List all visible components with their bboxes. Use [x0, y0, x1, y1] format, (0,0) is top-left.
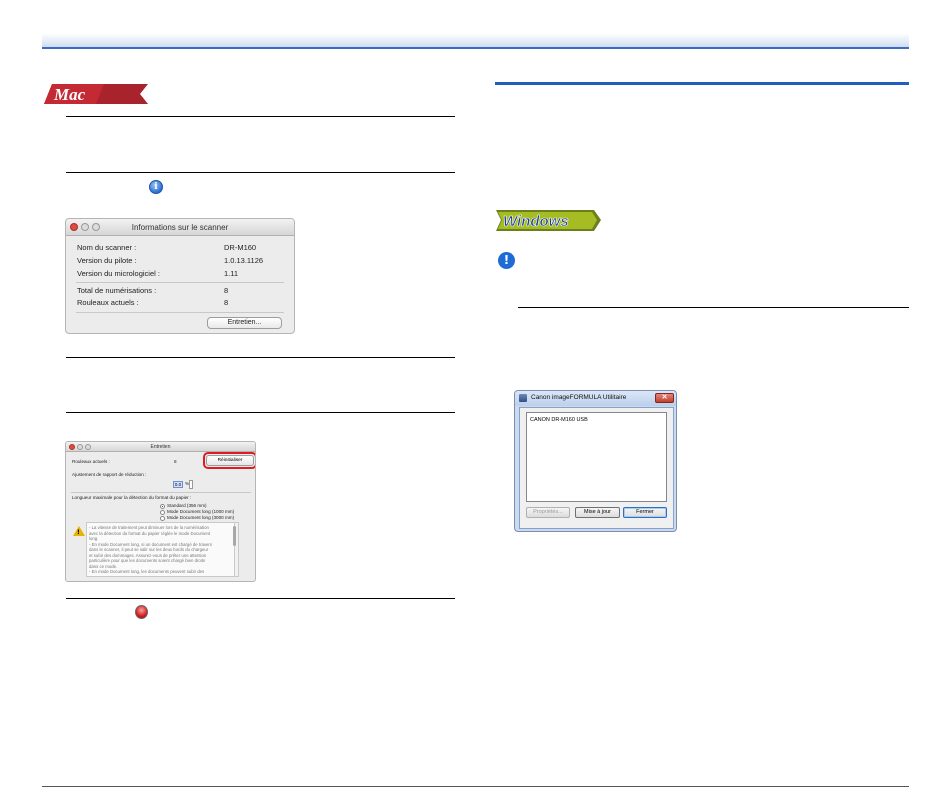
section-rule-6	[518, 307, 909, 308]
maintenance-window: Entretien Rouleaux actuels : 8 Réinitial…	[65, 441, 256, 582]
option-long-3000-label: Mode Document long (3000 mm)	[167, 515, 235, 520]
total-scans-label: Total de numérisations :	[77, 286, 157, 295]
window-title: Entretien	[150, 444, 171, 450]
close-dialog-icon[interactable]: ✕	[655, 393, 674, 403]
properties-button[interactable]: Propriétés...	[526, 507, 570, 518]
current-rollers-value: 8	[174, 459, 177, 464]
caution-glyph: !	[77, 529, 80, 536]
exclamation-icon: !	[498, 252, 515, 269]
ratio-stepper[interactable]	[189, 480, 193, 489]
firmware-version-label: Version du micrologiciel :	[77, 269, 160, 278]
footer-rule	[42, 786, 909, 787]
note-line: - En mode Document long, les documents p…	[89, 569, 205, 574]
info-glyph: i	[154, 182, 158, 192]
reduction-ratio-label: Ajustement de rapport de réduction :	[72, 472, 147, 477]
total-scans-value: 8	[224, 286, 229, 295]
section-rule-5	[66, 598, 455, 599]
separator	[76, 282, 284, 283]
red-stop-icon	[135, 605, 148, 619]
header-rule	[42, 47, 909, 49]
mac-badge: Mac	[44, 84, 148, 104]
update-button[interactable]: Mise à jour	[575, 507, 620, 518]
option-long-1000-label: Mode Document long (1000 mm)	[167, 509, 235, 514]
radio-long-1000[interactable]	[160, 510, 165, 515]
current-rollers-value: 8	[224, 298, 229, 307]
driver-version-label: Version du pilote :	[77, 256, 137, 265]
note-line: long.	[89, 536, 99, 541]
max-length-label: Longueur maximale pour la détection du f…	[72, 495, 192, 500]
windows-badge-label: Windows	[503, 213, 569, 230]
header-band	[42, 33, 909, 48]
notes-scroll-thumb[interactable]	[233, 526, 236, 546]
scanner-name-value: DR-M160	[224, 243, 257, 252]
scanner-name-label: Nom du scanner :	[77, 243, 137, 252]
section-rule-3	[66, 357, 455, 358]
note-line: dans le scanner, il peut se salir sur le…	[89, 547, 209, 552]
option-standard-label: Standard (356 mm)	[167, 503, 207, 508]
mac-badge-label: Mac	[53, 85, 86, 104]
driver-version-value: 1.0.13.1126	[224, 256, 264, 265]
current-rollers-label: Rouleaux actuels :	[77, 298, 139, 307]
note-line: avec la détection du format du papier ré…	[89, 530, 211, 536]
window-title: Informations sur le scanner	[131, 223, 229, 232]
warning-glyph: !	[503, 253, 510, 267]
scanner-info-window: Informations sur le scanner Nom du scann…	[65, 218, 295, 334]
windows-badge: Windows	[496, 210, 601, 231]
app-icon	[519, 394, 527, 402]
note-line: et subir des dommages. Assurez-vous de p…	[89, 552, 207, 558]
maintenance-button[interactable]: Entretien...	[207, 317, 282, 329]
notes-box: - La vitesse de traitement peut diminuer…	[86, 522, 236, 577]
section-rule-1	[66, 116, 455, 117]
dialog-titlebar: Canon imageFORMULA Utilitaire ✕	[515, 391, 676, 406]
radio-standard[interactable]	[160, 504, 165, 509]
reset-button-highlight	[203, 452, 255, 469]
radio-long-3000[interactable]	[160, 516, 165, 521]
note-line: dans ce mode.	[89, 563, 118, 569]
section-rule-2	[66, 172, 455, 173]
section-rule-4	[66, 412, 455, 413]
firmware-version-value: 1.11	[224, 269, 239, 278]
dialog-body: CANON DR-M160 USB Propriétés... Mise à j…	[519, 407, 674, 529]
window-titlebar: Entretien	[66, 442, 255, 452]
separator	[71, 492, 251, 493]
note-line: - La vitesse de traitement peut diminuer…	[89, 525, 209, 530]
info-icon: i	[149, 180, 163, 194]
close-button[interactable]: Fermer	[623, 507, 667, 518]
scanner-list[interactable]: CANON DR-M160 USB	[526, 412, 667, 502]
dialog-title: Canon imageFORMULA Utilitaire	[531, 394, 627, 401]
window-titlebar: Informations sur le scanner	[66, 219, 294, 236]
reduction-ratio-input[interactable]: 0.0	[173, 481, 183, 488]
separator	[76, 312, 284, 313]
note-line: - En mode Document long, si un document …	[89, 541, 213, 547]
note-line: particulière pour que les documents soie…	[89, 558, 206, 563]
utility-dialog: Canon imageFORMULA Utilitaire ✕ CANON DR…	[514, 390, 677, 532]
section-heading-rule	[495, 82, 909, 85]
current-rollers-label: Rouleaux actuels :	[72, 459, 110, 464]
list-item[interactable]: CANON DR-M160 USB	[530, 417, 588, 423]
